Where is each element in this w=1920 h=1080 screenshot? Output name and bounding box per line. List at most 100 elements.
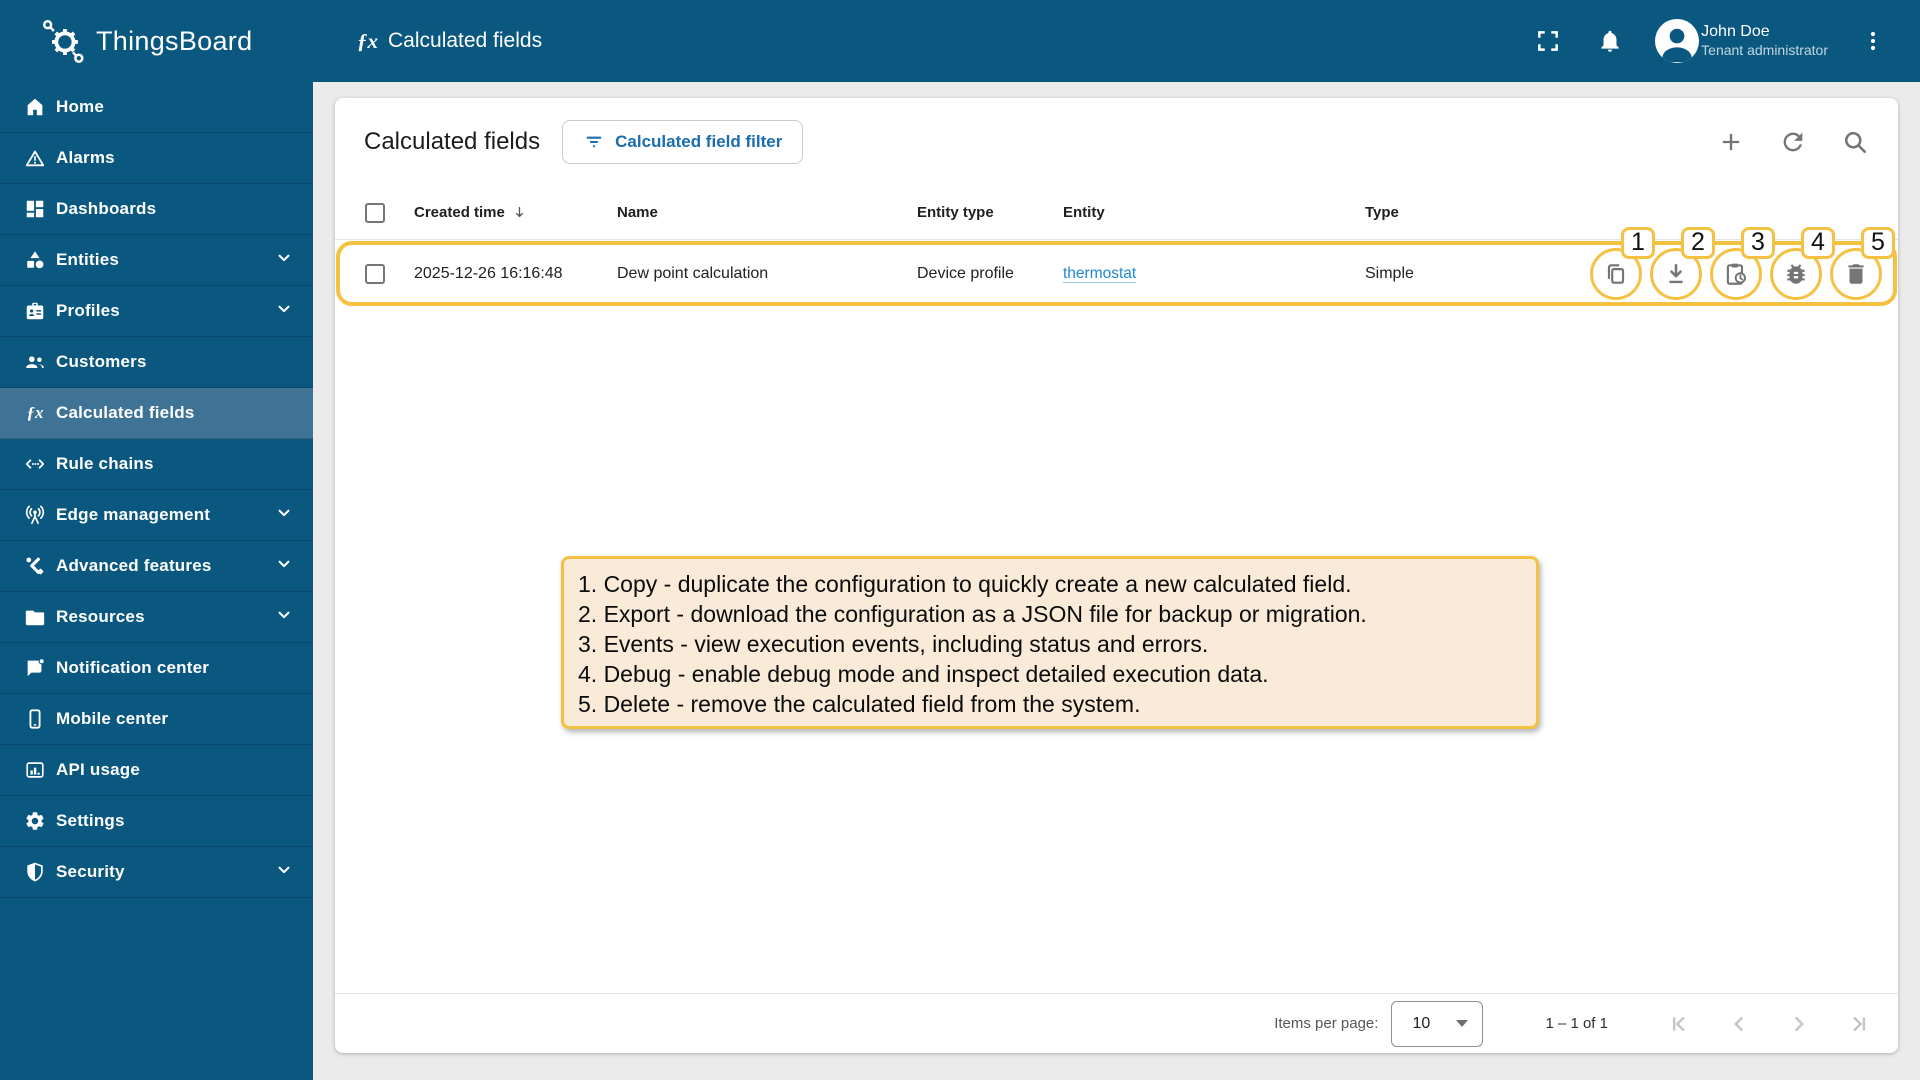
column-header-type[interactable]: Type [1365,204,1585,221]
sidebar-item-home[interactable]: Home [0,82,313,133]
arrow-down-icon [515,206,523,218]
prev-page-icon [1734,1016,1744,1031]
notifications-button[interactable] [1593,24,1627,58]
sidebar-item-calculated-fields[interactable]: ƒx Calculated fields [0,388,313,439]
search-button[interactable] [1840,127,1870,157]
search-icon [1844,131,1866,153]
folder-icon [24,606,46,628]
chevron-down-icon [275,504,293,527]
sidebar-nav: Home Alarms Dashboards Entities Profiles… [0,82,313,1080]
cell-name: Dew point calculation [617,264,769,282]
bell-icon [1601,30,1619,52]
next-page-icon [1794,1016,1804,1031]
cell-type: Simple [1365,264,1414,282]
api-usage-chart-icon [24,759,46,781]
note-line-debug: 4. Debug - enable debug mode and inspect… [578,661,1269,687]
annotation-notes-box: 1. Copy - duplicate the configuration to… [561,556,1539,729]
events-clipboard-clock-icon [1726,263,1746,285]
first-page-button[interactable] [1666,1011,1692,1037]
download-icon [1669,263,1683,283]
calculated-field-filter-button[interactable]: Calculated field filter [562,120,804,164]
gear-icon [24,810,46,832]
last-page-icon [1853,1016,1866,1031]
note-line-delete: 5. Delete - remove the calculated field … [578,691,1141,717]
fullscreen-button[interactable] [1531,24,1565,58]
page-size-select[interactable]: 10 [1391,1000,1484,1047]
sidebar-item-api-usage[interactable]: API usage [0,745,313,796]
avatar [1655,19,1700,63]
column-header-entity[interactable]: Entity [1063,204,1365,221]
app-name: ThingsBoard [96,25,253,56]
sidebar-item-profiles[interactable]: Profiles [0,286,313,337]
cell-created-time: 2025-12-26 16:16:48 [414,264,563,282]
logo[interactable]: ThingsBoard [0,18,313,64]
next-page-button[interactable] [1786,1011,1812,1037]
entity-link[interactable]: thermostat [1063,265,1136,282]
bug-icon [1787,263,1805,284]
sidebar-item-customers[interactable]: Customers [0,337,313,388]
previous-page-button[interactable] [1726,1011,1752,1037]
mobile-phone-icon [24,708,46,730]
chevron-down-icon [275,300,293,323]
select-all-checkbox[interactable] [365,202,385,223]
row-checkbox[interactable] [365,263,385,284]
pagination-range: 1 – 1 of 1 [1545,1015,1608,1032]
rule-chains-icon [24,453,46,475]
add-button[interactable] [1716,127,1746,157]
caret-down-icon [1456,1020,1469,1027]
customers-people-icon [24,351,46,373]
chevron-down-icon [275,606,293,629]
shield-icon [24,861,46,883]
sidebar-item-security[interactable]: Security [0,847,313,898]
sidebar-item-alarms[interactable]: Alarms [0,133,313,184]
filter-icon [586,136,602,148]
sidebar-item-entities[interactable]: Entities [0,235,313,286]
sidebar-item-dashboards[interactable]: Dashboards [0,184,313,235]
notification-message-icon [24,657,46,679]
items-per-page-label: Items per page: [1274,1015,1379,1032]
sidebar-item-mobile-center[interactable]: Mobile center [0,694,313,745]
fx-icon: ƒx [26,403,44,422]
note-line-copy: 1. Copy - duplicate the configuration to… [578,571,1352,597]
column-header-name[interactable]: Name [617,204,917,221]
home-icon [24,96,46,118]
column-header-created-time[interactable]: Created time [414,204,505,221]
pagination-bar: Items per page: 10 1 – 1 of 1 [335,993,1898,1053]
chevron-down-icon [275,861,293,884]
sidebar-item-edge-management[interactable]: Edge management [0,490,313,541]
chevron-down-icon [275,249,293,272]
profiles-badge-icon [24,300,46,322]
table-row[interactable]: 2025-12-26 16:16:48 Dew point calculatio… [335,226,1898,307]
cell-entity-type: Device profile [917,264,1014,282]
entities-category-icon [24,249,46,271]
sidebar-item-resources[interactable]: Resources [0,592,313,643]
more-vert-icon [1870,31,1876,51]
advanced-tools-icon [24,555,46,577]
dashboards-icon [24,198,46,220]
user-name: John Doe [1701,23,1770,41]
user-menu[interactable]: John Doe Tenant administrator [1655,19,1828,63]
refresh-button[interactable] [1778,127,1808,157]
first-page-icon [1672,1016,1685,1031]
table-header-row: Created time Name Entity type Entity Typ… [335,186,1898,240]
copy-icon [1607,263,1625,284]
trash-icon [1848,263,1864,284]
page-title: ƒx Calculated fields [357,28,543,53]
note-line-export: 2. Export - download the configuration a… [578,601,1367,627]
sidebar-item-settings[interactable]: Settings [0,796,313,847]
main-content: Calculated fields Calculated field filte… [313,82,1920,1080]
card-title: Calculated fields [364,128,541,155]
sidebar-item-rule-chains[interactable]: Rule chains [0,439,313,490]
sidebar-item-notification-center[interactable]: Notification center [0,643,313,694]
add-plus-icon [1722,133,1740,151]
sidebar-item-advanced-features[interactable]: Advanced features [0,541,313,592]
thingsboard-app: ThingsBoard ƒx Calculated fields John Do… [0,0,1920,1080]
last-page-button[interactable] [1846,1011,1872,1037]
column-header-entity-type[interactable]: Entity type [917,204,1063,221]
refresh-icon [1783,132,1803,152]
edge-antenna-icon [24,504,46,526]
note-line-events: 3. Events - view execution events, inclu… [578,631,1209,657]
thingsboard-gear-logo-icon [42,20,84,63]
more-menu-button[interactable] [1856,24,1890,58]
top-header-bar: ThingsBoard ƒx Calculated fields John Do… [0,0,1920,82]
